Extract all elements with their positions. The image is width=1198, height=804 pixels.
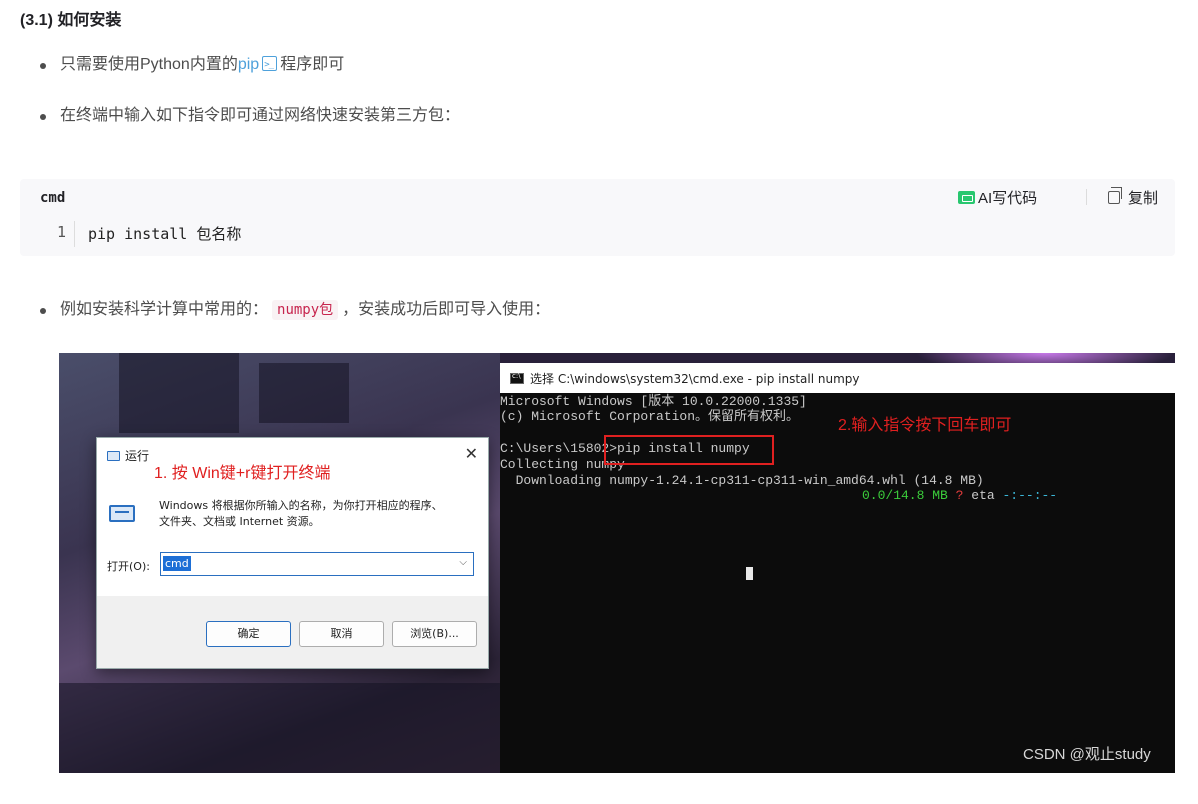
run-description-line: 文件夹、文档或 Internet 资源。 (159, 515, 320, 528)
terminal-cursor (746, 567, 753, 580)
ai-write-code-label: AI写代码 (978, 190, 1038, 207)
bullet-dot (40, 114, 46, 120)
chevron-down-icon[interactable]: ⌵ (459, 557, 467, 568)
code-block: cmd AI写代码 复制 1 pip install 包名称 (20, 179, 1175, 256)
bullet-dot (40, 63, 46, 69)
terminal-progress-line: 0.0/14.8 MB ? eta -:--:-- (862, 488, 1057, 504)
cmd-icon (510, 372, 524, 384)
ai-icon (958, 191, 975, 204)
run-dialog-title: 运行 (107, 447, 149, 464)
section-heading: (3.1) 如何安装 (20, 12, 122, 29)
bullet-dot (40, 308, 46, 314)
copy-label: 复制 (1128, 190, 1159, 207)
bullet-text: 只需要使用Python内置的pip 程序即可 (60, 53, 344, 77)
copy-button[interactable]: 复制 (1108, 187, 1158, 208)
code-line[interactable]: pip install 包名称 (88, 223, 241, 244)
run-description: Windows 将根据你所输入的名称，为你打开相应的程序、 文件夹、文档或 In… (159, 498, 443, 530)
bullet-text: 在终端中输入如下指令即可通过网络快速安装第三方包： (60, 107, 461, 124)
terminal-link-icon[interactable] (262, 53, 278, 77)
cmd-title-bar[interactable]: 选择 C:\windows\system32\cmd.exe - pip ins… (500, 363, 1175, 393)
terminal-line: (c) Microsoft Corporation。保留所有权利。 (500, 409, 800, 424)
copy-icon (1108, 187, 1122, 204)
bullet-text-part: 只需要使用Python内置的 (60, 56, 238, 73)
run-command-input[interactable]: cmd ⌵ (160, 552, 474, 576)
terminal-output[interactable]: Microsoft Windows [版本 10.0.22000.1335] (… (500, 394, 1057, 518)
inline-code: numpy包 (272, 300, 339, 320)
terminal-line: Microsoft Windows [版本 10.0.22000.1335] (500, 394, 807, 409)
run-input-value: cmd (163, 556, 191, 571)
watermark: CSDN @观止study (1023, 746, 1151, 763)
browse-button[interactable]: 浏览(B)... (392, 621, 477, 647)
run-program-icon (109, 505, 135, 522)
ai-write-code-button[interactable]: AI写代码 (958, 187, 1037, 208)
pip-link[interactable]: pip (238, 56, 259, 73)
eta-label: eta (971, 488, 995, 503)
eta-value: -:--:-- (1002, 488, 1058, 503)
run-icon (107, 450, 120, 461)
bullet-text-part: 程序即可 (280, 56, 345, 73)
cancel-button[interactable]: 取消 (299, 621, 384, 647)
tutorial-screenshot: 运行 ✕ 1. 按 Win键+r键打开终端 Windows 将根据你所输入的名称… (59, 353, 1175, 773)
line-number: 1 (57, 223, 67, 241)
code-language-label: cmd (40, 190, 66, 206)
bullet-text-part: ，安装成功后即可导入使用： (342, 301, 551, 318)
annotation-step-2: 2.输入指令按下回车即可 (838, 417, 1012, 434)
terminal-line: Downloading numpy-1.24.1-cp311-cp311-win… (500, 473, 984, 488)
progress-rate: ? (955, 488, 964, 503)
highlight-box (604, 435, 774, 465)
code-gutter (74, 221, 75, 247)
bullet-text-part: 例如安装科学计算中常用的： (60, 301, 269, 318)
ok-button[interactable]: 确定 (206, 621, 291, 647)
cmd-title: 选择 C:\windows\system32\cmd.exe - pip ins… (530, 371, 860, 386)
cmd-window: 选择 C:\windows\system32\cmd.exe - pip ins… (500, 363, 1175, 773)
annotation-step-1: 1. 按 Win键+r键打开终端 (154, 465, 331, 482)
close-icon[interactable]: ✕ (465, 444, 478, 464)
run-dialog-title-text: 运行 (125, 449, 150, 463)
toolbar-divider (1086, 189, 1087, 205)
progress-value: 0.0/14.8 MB (862, 488, 948, 503)
bullet-text: 例如安装科学计算中常用的： numpy包 ，安装成功后即可导入使用： (60, 298, 550, 322)
open-label: 打开(O): (107, 560, 150, 573)
run-description-line: Windows 将根据你所输入的名称，为你打开相应的程序、 (159, 499, 443, 512)
